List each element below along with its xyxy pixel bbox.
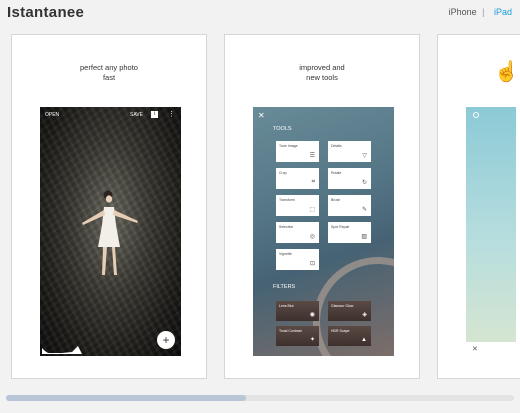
app-store-screenshots-page: Istantanee iPhone | iPad perfect any pho… [0,0,520,413]
brush-icon: ✎ [361,207,367,213]
tool-label: Selective [279,225,294,229]
vignette-icon: ⊡ [309,261,315,267]
filter-tile[interactable]: Lens Blur ◉ [276,301,319,321]
open-button[interactable]: OPEN [45,112,59,118]
rotate-icon: ↻ [361,180,367,186]
card-caption: improved and new tools [225,63,419,83]
close-icon[interactable]: ✕ [258,111,265,120]
mountain-icon: ▲ [361,337,367,343]
screenshot-card-3[interactable]: ☝ ✕ [437,34,520,379]
tool-label: Tune Image [279,144,298,148]
arm-right [113,210,138,223]
filter-label: Tonal Contrast [279,329,302,333]
tool-label: Brush [331,198,341,202]
screenshot-strip[interactable]: perfect any photo fast OPEN SAVE i ⋮ + i… [0,32,520,382]
filter-label: Glamour Glow [331,304,354,308]
horizontal-scrollbar[interactable] [6,395,514,401]
patch-icon: ▨ [361,234,367,240]
device-switch: iPhone | iPad [449,7,512,17]
ipad-tab[interactable]: iPad [494,7,512,17]
tool-tile[interactable]: Transform ⬚ [276,195,319,216]
more-vert-icon[interactable]: ⋮ [168,110,175,118]
filters-heading: FILTERS [273,284,296,290]
filter-tile[interactable]: HDR Scape ▲ [328,326,371,346]
tool-tile[interactable]: Vignette ⊡ [276,249,319,270]
page-title: Istantanee [7,4,85,21]
overlay [253,107,394,356]
circle-icon [473,112,479,118]
face-shape [105,195,113,203]
tool-tile[interactable]: Spot Repair ▨ [328,222,371,243]
tool-tile[interactable]: Brush ✎ [328,195,371,216]
triangle-icon: ▽ [362,153,367,159]
card-caption: perfect any photo fast [12,63,206,83]
tool-label: Crop [279,171,287,175]
arm-left [82,210,105,225]
tool-tile[interactable]: Tune Image ☰ [276,141,319,162]
tools-heading: TOOLS [273,126,292,132]
caption-line: new tools [306,73,338,82]
header: Istantanee iPhone | iPad [0,0,520,28]
contrast-icon: ✦ [309,337,315,343]
device-separator: | [482,7,485,17]
info-icon[interactable]: i [151,111,158,118]
target-icon: ◎ [309,234,315,240]
filter-label: Lens Blur [279,304,294,308]
caption-line: perfect any photo [80,63,138,72]
crop-icon: ⌗ [311,179,315,185]
iphone-tab[interactable]: iPhone [449,7,477,17]
tool-tile[interactable]: Crop ⌗ [276,168,319,189]
editor-topbar: OPEN SAVE i ⋮ [40,107,181,121]
histogram-icon [42,346,82,354]
tool-label: Transform [279,198,295,202]
plus-icon[interactable]: + [157,331,175,349]
caption-line: fast [102,73,116,82]
tool-label: Details [331,144,342,148]
phone-screen-tools: ✕ TOOLS Tune Image ☰ Details ▽ Crop ⌗ Ro… [253,107,394,356]
gesture-hand-icon: ☝ [494,61,519,83]
sliders-icon: ☰ [309,153,315,159]
filter-label: HDR Scape [331,329,350,333]
lens-icon: ◉ [309,312,315,318]
tool-label: Vignette [279,252,292,256]
tool-tile[interactable]: Rotate ↻ [328,168,371,189]
tool-tile[interactable]: Selective ◎ [276,222,319,243]
eye-icon: ◈ [362,312,367,318]
filter-tile[interactable]: Glamour Glow ◈ [328,301,371,321]
transform-icon: ⬚ [309,207,315,213]
close-icon[interactable]: ✕ [472,345,478,353]
screenshot-card-2[interactable]: improved and new tools ✕ TOOLS Tune Imag… [224,34,420,379]
scrollbar-thumb[interactable] [6,395,246,401]
phone-screen-photo: OPEN SAVE i ⋮ + [40,107,181,356]
phone-screen-partial: ✕ [466,107,516,356]
leg-left [102,247,107,275]
tool-label: Rotate [331,171,342,175]
tool-tile[interactable]: Details ▽ [328,141,371,162]
caption-line: improved and [299,63,345,72]
tool-label: Spot Repair [331,225,350,229]
leg-right [112,247,117,275]
woman-figure-image [82,190,138,275]
filter-tile[interactable]: Tonal Contrast ✦ [276,326,319,346]
screenshot-card-1[interactable]: perfect any photo fast OPEN SAVE i ⋮ + [11,34,207,379]
save-button[interactable]: SAVE [130,112,143,118]
